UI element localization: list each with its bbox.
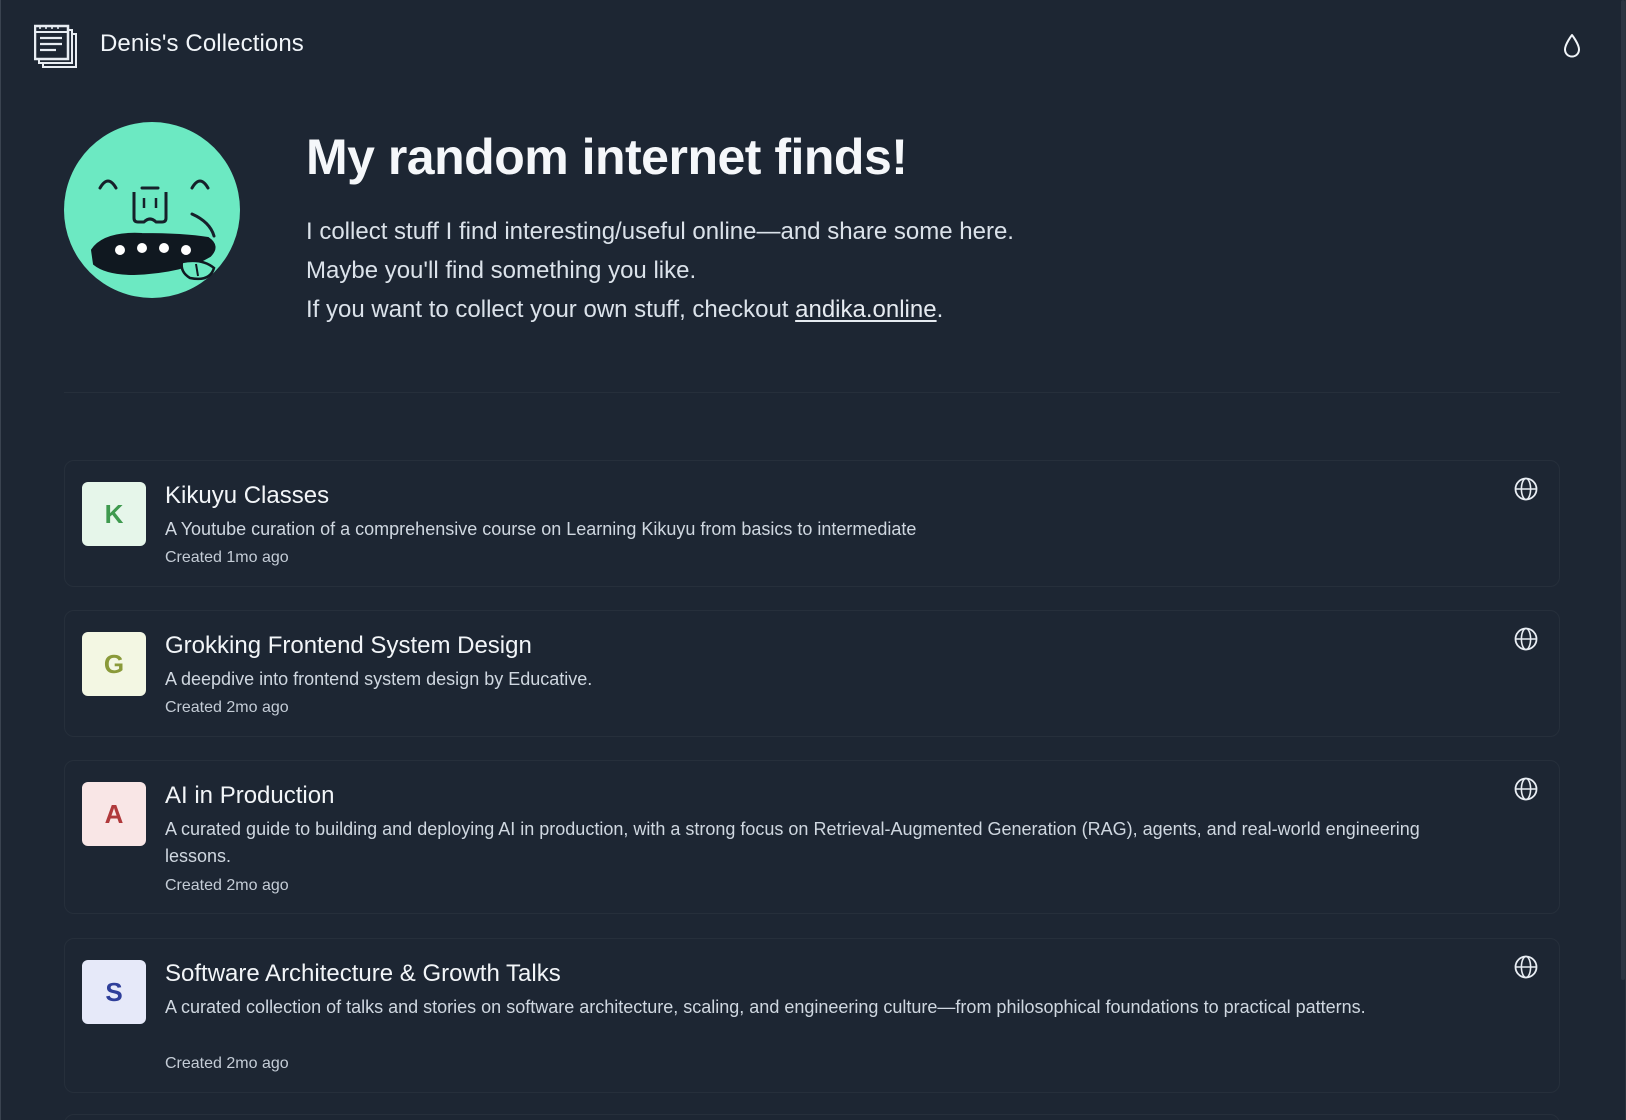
header: Denis's Collections	[0, 0, 1626, 92]
globe-icon[interactable]	[1513, 626, 1539, 652]
globe-icon[interactable]	[1513, 476, 1539, 502]
profile-avatar	[64, 122, 240, 298]
collection-initial-badge: K	[82, 482, 146, 546]
collection-title[interactable]: Grokking Frontend System Design	[165, 632, 532, 660]
collection-title[interactable]: Kikuyu Classes	[165, 482, 329, 510]
collection-description: A Youtube curation of a comprehensive co…	[165, 519, 917, 539]
intro-line: If you want to collect your own stuff, c…	[306, 290, 1014, 329]
intro-line: I collect stuff I find interesting/usefu…	[306, 218, 1014, 245]
page: Denis's Collections My random internet f…	[0, 0, 1626, 1120]
collection-card[interactable]: A AI in Production A curated guide to bu…	[64, 760, 1560, 914]
globe-icon[interactable]	[1513, 954, 1539, 980]
intro-line: Maybe you'll find something you like.	[306, 257, 697, 284]
globe-icon[interactable]	[1513, 776, 1539, 802]
collection-description: A curated collection of talks and storie…	[165, 997, 1366, 1017]
intro-text: .	[936, 296, 944, 323]
scrollbar[interactable]	[1621, 0, 1625, 980]
collection-created: Created 2mo ago	[165, 1055, 289, 1072]
collection-created: Created 1mo ago	[165, 549, 289, 566]
collection-card-partial[interactable]	[64, 1114, 1560, 1120]
collection-card[interactable]: S Software Architecture & Growth Talks A…	[64, 938, 1560, 1093]
collection-initial-badge: S	[82, 960, 146, 1024]
collection-created: Created 2mo ago	[165, 699, 289, 716]
section-divider	[64, 392, 1560, 393]
collections-logo-icon[interactable]	[34, 24, 80, 70]
collection-card[interactable]: G Grokking Frontend System Design A deep…	[64, 610, 1560, 737]
collection-title[interactable]: AI in Production	[165, 782, 334, 810]
collection-description: A deepdive into frontend system design b…	[165, 669, 593, 689]
andika-link[interactable]: andika.online	[795, 296, 936, 323]
site-title[interactable]: Denis's Collections	[100, 30, 304, 58]
window-edge	[0, 0, 1, 1120]
intro-text: If you want to collect your own stuff, c…	[306, 296, 796, 323]
collection-card[interactable]: K Kikuyu Classes A Youtube curation of a…	[64, 460, 1560, 587]
collection-initial-badge: G	[82, 632, 146, 696]
collection-initial-badge: A	[82, 782, 146, 846]
hero-intro: I collect stuff I find interesting/usefu…	[306, 212, 1014, 329]
collection-title[interactable]: Software Architecture & Growth Talks	[165, 960, 561, 988]
theme-drop-icon[interactable]	[1560, 32, 1584, 60]
collection-created: Created 2mo ago	[165, 877, 289, 894]
collection-description: A curated guide to building and deployin…	[165, 819, 1420, 866]
page-title: My random internet finds!	[306, 129, 908, 185]
